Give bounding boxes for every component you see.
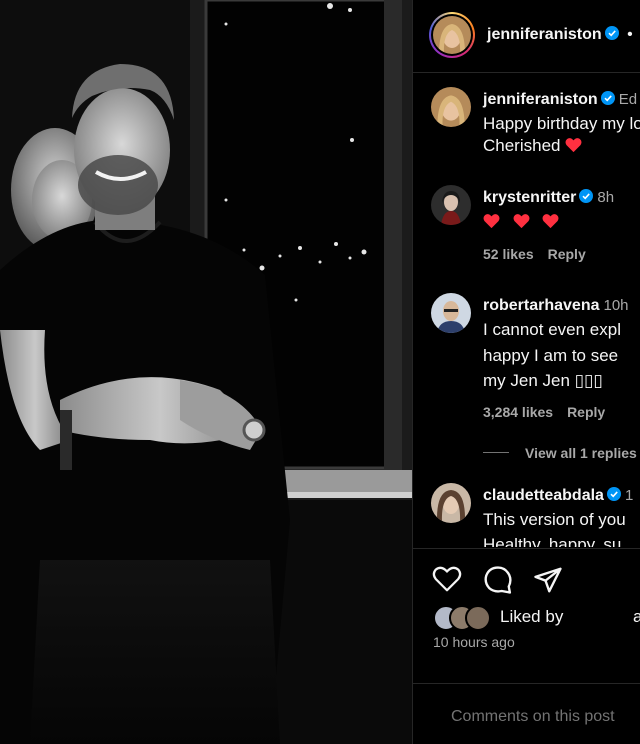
verified-badge-icon	[606, 487, 621, 501]
comment-username[interactable]: claudetteabdala	[483, 487, 604, 504]
comment-likes[interactable]: 3,284 likes	[483, 404, 553, 420]
red-heart-icon	[513, 214, 530, 229]
caption-username[interactable]: jenniferaniston	[483, 91, 598, 108]
verified-badge-icon	[600, 91, 615, 105]
comment-line: I cannot even expl	[483, 320, 621, 339]
avatar-image	[433, 16, 471, 54]
caption-header: jenniferaniston Ed	[483, 91, 637, 109]
comment-header: claudetteabdala 1	[483, 487, 633, 505]
liker-avatar	[465, 605, 491, 631]
comment-line: happy I am to see	[483, 346, 619, 365]
post-photo[interactable]	[0, 0, 412, 744]
caption-line-2-text: Cherished	[483, 136, 561, 155]
comment-username[interactable]: krystenritter	[483, 189, 576, 206]
avatar-image	[431, 185, 471, 225]
share-icon[interactable]	[533, 565, 563, 595]
comments-list[interactable]: jenniferaniston Ed Happy birthday my lo C…	[413, 73, 640, 547]
reply-button[interactable]: Reply	[567, 404, 605, 420]
comment-line: This version of you	[483, 510, 626, 529]
post-timestamp[interactable]: 10 hours ago	[433, 634, 515, 650]
author-username-text[interactable]: jenniferaniston	[487, 26, 602, 43]
liked-by-avatars[interactable]	[433, 605, 497, 631]
comment-username[interactable]: robertarhavena	[483, 297, 600, 314]
red-heart-icon	[565, 138, 582, 153]
comment-line: my Jen Jen ▯▯▯	[483, 371, 603, 390]
verified-badge-icon	[579, 189, 594, 203]
liked-by-text[interactable]: Liked by	[500, 607, 563, 627]
post-actions: Liked by a 10 hours ago	[413, 548, 640, 744]
comment-time: 1	[624, 487, 634, 504]
avatar-image	[431, 483, 471, 523]
author-avatar[interactable]	[429, 12, 475, 58]
avatar-image	[431, 87, 471, 127]
view-replies-button[interactable]: View all 1 replies	[525, 445, 637, 461]
photo-image	[0, 0, 412, 744]
comment-line: Healthy, happy, su	[483, 535, 622, 547]
more-dot: •	[627, 26, 633, 43]
comment-avatar[interactable]	[431, 185, 471, 225]
author-username[interactable]: jenniferaniston •	[487, 26, 633, 44]
comment-time: 10h	[603, 297, 629, 314]
liked-by-suffix[interactable]: a	[633, 607, 640, 627]
caption-time: Ed	[618, 91, 638, 108]
reply-button[interactable]: Reply	[548, 246, 586, 262]
heart-icon[interactable]	[432, 565, 462, 593]
verified-badge-icon	[604, 26, 619, 40]
replies-divider	[483, 452, 509, 453]
comment-meta: 3,284 likes Reply	[483, 404, 619, 420]
post-sidebar: jenniferaniston • jenniferaniston Ed Happ…	[412, 0, 640, 744]
comment-icon[interactable]	[483, 565, 513, 595]
comment-header: krystenritter 8h	[483, 189, 614, 207]
red-heart-icon	[542, 214, 559, 229]
comment-input[interactable]	[449, 702, 640, 732]
post-header: jenniferaniston •	[413, 0, 640, 73]
avatar-image	[431, 293, 471, 333]
comment-time: 8h	[597, 189, 615, 206]
comment-meta: 52 likes Reply	[483, 246, 600, 262]
caption-avatar[interactable]	[431, 87, 471, 127]
comment-header: robertarhavena 10h	[483, 297, 629, 315]
caption-line-2: Cherished	[483, 133, 582, 158]
comment-avatar[interactable]	[431, 293, 471, 333]
red-heart-icon	[483, 214, 500, 229]
comment-avatar[interactable]	[431, 483, 471, 523]
comment-hearts	[483, 209, 559, 234]
add-comment-bar	[413, 683, 640, 744]
comment-likes[interactable]: 52 likes	[483, 246, 534, 262]
